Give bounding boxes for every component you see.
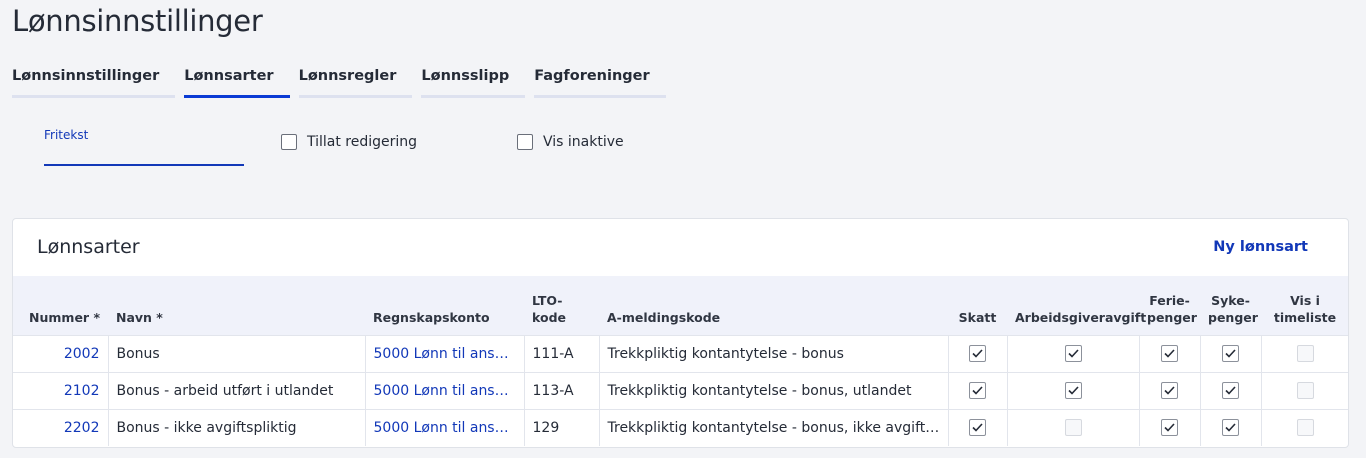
check-icon: [1164, 386, 1175, 395]
sykepenger-checkbox[interactable]: [1222, 345, 1239, 362]
cell-nummer[interactable]: 2002: [13, 334, 108, 372]
cell-navn[interactable]: Bonus - ikke avgiftspliktig: [107, 408, 365, 446]
show-inactive-label: Vis inaktive: [543, 134, 624, 150]
table-header-row: Nummer * Navn * Regnskapskonto LTO-kode …: [13, 276, 1348, 335]
check-icon: [1225, 386, 1236, 395]
col-regnskapskonto[interactable]: Regnskapskonto: [365, 276, 524, 335]
fritekst-field: Fritekst: [44, 126, 244, 166]
fritekst-input[interactable]: [44, 144, 244, 166]
col-a-meldingskode[interactable]: A-meldingskode: [599, 276, 948, 335]
sykepenger-checkbox[interactable]: [1222, 419, 1239, 437]
check-icon: [1225, 423, 1236, 432]
col-nummer[interactable]: Nummer *: [13, 276, 108, 335]
check-icon: [1067, 349, 1079, 358]
skatt-checkbox[interactable]: [969, 382, 986, 399]
vis-i-timeliste-checkbox[interactable]: [1296, 419, 1314, 437]
col-feriepenger[interactable]: Ferie-penger: [1139, 276, 1200, 335]
tab-lonnsinnstillinger[interactable]: Lønnsinnstillinger: [12, 68, 176, 98]
check-icon: [1225, 349, 1236, 358]
page-title: Lønnsinnstillinger: [12, 4, 263, 38]
sykepenger-checkbox[interactable]: [1222, 382, 1239, 399]
cell-regnskapskonto[interactable]: 5000 Lønn til ansatte: [364, 334, 524, 372]
feriepenger-checkbox[interactable]: [1161, 345, 1178, 362]
col-feriepenger-line1: Ferie-: [1149, 292, 1190, 308]
col-vis-line2: timeliste: [1273, 309, 1337, 325]
allow-edit-label: Tillat redigering: [307, 134, 418, 150]
feriepenger-checkbox[interactable]: [1161, 419, 1178, 437]
cell-regnskapskonto[interactable]: 5000 Lønn til ansatte: [364, 408, 524, 446]
table-row[interactable]: 2002 Bonus 5000 Lønn til ansatte 111-A T…: [13, 334, 1348, 372]
col-vis-line1: Vis i: [1290, 292, 1320, 308]
allow-edit-checkbox[interactable]: [281, 134, 297, 150]
arbeidsgiveravgift-checkbox[interactable]: [1064, 345, 1082, 362]
skatt-checkbox[interactable]: [969, 419, 986, 437]
col-navn[interactable]: Navn *: [108, 276, 365, 335]
check-icon: [1164, 349, 1175, 358]
lonnsarter-table: Nummer * Navn * Regnskapskonto LTO-kode …: [13, 276, 1348, 446]
tab-fagforeninger[interactable]: Fagforeninger: [534, 68, 666, 98]
col-lto-kode[interactable]: LTO-kode: [524, 276, 599, 335]
allow-edit-toggle[interactable]: Tillat redigering: [281, 134, 417, 150]
col-sykepenger-line2: penger: [1208, 309, 1258, 325]
cell-lto-kode[interactable]: 111-A: [523, 334, 599, 372]
cell-navn[interactable]: Bonus: [107, 334, 365, 372]
arbeidsgiveravgift-checkbox[interactable]: [1064, 419, 1082, 437]
tab-bar: Lønnsinnstillinger Lønnsarter Lønnsregle…: [12, 68, 675, 98]
check-icon: [972, 423, 983, 432]
tab-lonnsarter[interactable]: Lønnsarter: [184, 68, 290, 98]
tab-lonnsregler[interactable]: Lønnsregler: [298, 68, 413, 98]
check-icon: [1164, 423, 1175, 432]
table-row[interactable]: 2102 Bonus - arbeid utført i utlandet 50…: [13, 371, 1348, 409]
show-inactive-checkbox[interactable]: [517, 134, 533, 150]
cell-navn[interactable]: Bonus - arbeid utført i utlandet: [107, 371, 365, 409]
lonnsarter-card: Lønnsarter Ny lønnsart Nummer * Navn * R…: [12, 218, 1349, 448]
col-skatt[interactable]: Skatt: [948, 276, 1007, 335]
cell-regnskapskonto[interactable]: 5000 Lønn til ansatte: [364, 371, 524, 409]
arbeidsgiveravgift-checkbox[interactable]: [1064, 382, 1082, 399]
cell-nummer[interactable]: 2102: [13, 371, 108, 409]
col-sykepenger[interactable]: Syke-penger: [1200, 276, 1261, 335]
table-row[interactable]: 2202 Bonus - ikke avgiftspliktig 5000 Lø…: [13, 408, 1348, 446]
show-inactive-toggle[interactable]: Vis inaktive: [517, 134, 624, 150]
check-icon: [1067, 386, 1079, 395]
cell-nummer[interactable]: 2202: [13, 408, 108, 446]
vis-i-timeliste-checkbox[interactable]: [1296, 382, 1314, 399]
col-arbeidsgiveravgift[interactable]: Arbeidsgiveravgift: [1007, 276, 1146, 335]
check-icon: [972, 386, 983, 395]
cell-a-meldingskode[interactable]: Trekkpliktig kontantytelse - bonus, ikke…: [598, 408, 948, 446]
col-vis-i-timeliste[interactable]: Vis i timeliste: [1261, 276, 1348, 335]
new-lonnsart-link[interactable]: Ny lønnsart: [1213, 239, 1308, 255]
feriepenger-checkbox[interactable]: [1161, 382, 1178, 399]
card-title: Lønnsarter: [37, 236, 140, 258]
vis-i-timeliste-checkbox[interactable]: [1296, 345, 1314, 362]
tab-lonnsslipp[interactable]: Lønnsslipp: [421, 68, 526, 98]
cell-a-meldingskode[interactable]: Trekkpliktig kontantytelse - bonus, utla…: [598, 371, 948, 409]
col-sykepenger-line1: Syke-: [1211, 292, 1250, 308]
fritekst-label: Fritekst: [44, 128, 89, 142]
col-feriepenger-line2: penger: [1147, 309, 1197, 325]
cell-lto-kode[interactable]: 129: [523, 408, 599, 446]
cell-a-meldingskode[interactable]: Trekkpliktig kontantytelse - bonus: [598, 334, 948, 372]
check-icon: [972, 349, 983, 358]
skatt-checkbox[interactable]: [969, 345, 986, 362]
cell-lto-kode[interactable]: 113-A: [523, 371, 599, 409]
